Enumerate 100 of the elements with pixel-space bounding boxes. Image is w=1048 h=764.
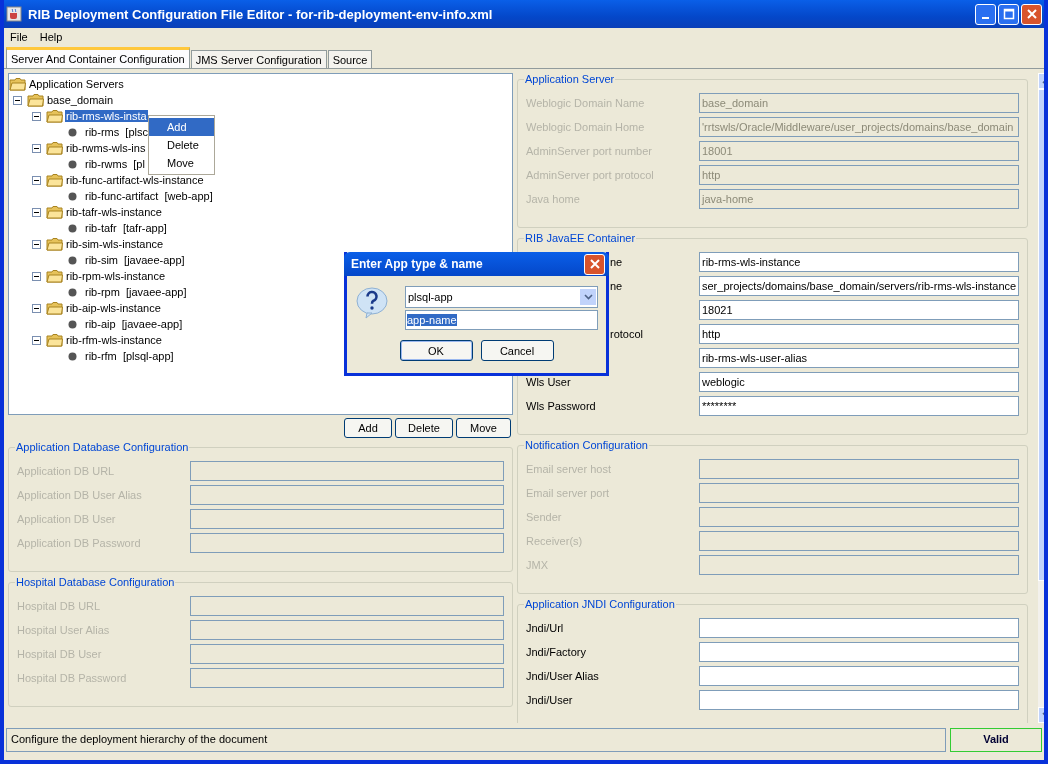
close-icon [588, 258, 601, 270]
tab[interactable]: JMS Server Configuration [190, 50, 327, 68]
expander-icon[interactable] [32, 207, 41, 217]
folder-icon [46, 141, 63, 155]
tree-item[interactable]: rib-rms [plsc [84, 126, 149, 138]
field-label: ne [610, 256, 623, 268]
tree-item[interactable]: rib-rwms [pl [84, 158, 146, 170]
leaf-dot-icon [68, 351, 77, 361]
expander-icon[interactable] [32, 303, 41, 313]
menu-item[interactable]: Help [39, 31, 63, 43]
folder-icon [46, 237, 63, 251]
expander-icon[interactable] [32, 271, 41, 281]
menu-item[interactable]: Add [149, 118, 214, 136]
menu-item[interactable]: Delete [149, 136, 214, 154]
status-message: Configure the deployment hierarchy of the document [6, 728, 946, 752]
close-icon [1025, 8, 1038, 20]
tree-item[interactable]: rib-rfm [plsql-app] [84, 350, 175, 362]
folder-icon [46, 109, 63, 123]
maximize-icon [1002, 8, 1015, 20]
input-field[interactable]: 18021 [699, 300, 1020, 320]
input-field[interactable] [699, 666, 1020, 686]
minimize-icon [982, 17, 989, 19]
leaf-dot-icon [68, 223, 77, 233]
expander-icon[interactable] [32, 239, 41, 249]
app-type-dropdown[interactable]: plsql-app [405, 286, 598, 308]
folder-icon [46, 301, 63, 315]
input-field[interactable] [190, 509, 504, 529]
tree-item[interactable]: rib-rfm-wls-instance [65, 334, 163, 346]
expander-icon[interactable] [13, 95, 22, 105]
folder-icon [46, 173, 63, 187]
field-label: Wls Password [526, 400, 596, 412]
folder-icon [46, 333, 63, 347]
tree-action-button[interactable]: Delete [395, 418, 453, 438]
tree-item[interactable]: rib-tafr [tafr-app] [84, 222, 168, 234]
tree-item[interactable]: base_domain [46, 94, 115, 106]
tree-action-button[interactable]: Add [344, 418, 392, 438]
tree-item[interactable]: rib-rpm [javaee-app] [84, 286, 188, 298]
leaf-dot-icon [68, 255, 77, 265]
dialog-title: Enter App type & name [351, 257, 483, 271]
maximize-button[interactable] [998, 3, 1019, 25]
field-label: Jndi/User Alias [526, 670, 599, 682]
close-button[interactable] [584, 253, 605, 275]
expander-icon[interactable] [32, 335, 41, 345]
group-title: Notification Configuration [524, 439, 649, 451]
field-label: Jndi/Factory [526, 646, 586, 658]
question-icon [355, 286, 389, 320]
app-name-field[interactable]: app-name [405, 310, 598, 330]
tree-item[interactable]: Application Servers [28, 78, 125, 90]
field-label: ne [610, 280, 623, 292]
input-field[interactable] [190, 668, 504, 688]
leaf-dot-icon [68, 191, 77, 201]
expander-icon[interactable] [32, 175, 41, 185]
input-field[interactable]: rib-rms-wls-instance [699, 252, 1020, 272]
tree-item[interactable]: rib-sim-wls-instance [65, 238, 165, 250]
input-field[interactable]: ******** [699, 396, 1020, 416]
folder-icon [46, 269, 63, 283]
input-field[interactable] [699, 618, 1020, 638]
expander-icon[interactable] [32, 143, 41, 153]
tree-item[interactable]: rib-rwms-wls-ins [65, 142, 147, 154]
tree-item[interactable]: rib-aip [javaee-app] [84, 318, 184, 330]
input-field[interactable]: http [699, 324, 1020, 344]
menu-item[interactable]: Move [149, 154, 214, 172]
minimize-button[interactable] [975, 3, 996, 25]
input-field[interactable] [699, 690, 1020, 710]
input-field[interactable]: weblogic [699, 372, 1020, 392]
tree-item[interactable]: rib-aip-wls-instance [65, 302, 162, 314]
input-field[interactable]: rib-rms-wls-user-alias [699, 348, 1020, 368]
menu-item[interactable]: File [10, 31, 28, 43]
tree-item[interactable]: rib-rpm-wls-instance [65, 270, 167, 282]
input-field[interactable] [190, 596, 504, 616]
group-title: Hospital Database Configuration [15, 576, 176, 588]
field-label: rotocol [610, 328, 644, 340]
dialog-button[interactable]: OK [399, 340, 473, 361]
leaf-dot-icon [68, 127, 77, 137]
leaf-dot-icon [68, 159, 77, 169]
close-button[interactable] [1021, 3, 1042, 25]
tree-item[interactable]: rib-func-artifact-wls-instance [65, 174, 205, 186]
field-label: Wls User [526, 376, 571, 388]
tree-action-button[interactable]: Move [456, 418, 511, 438]
input-field[interactable] [190, 485, 504, 505]
folder-icon [46, 205, 63, 219]
input-field[interactable]: ser_projects/domains/base_domain/servers/rib-rms-wls-instance [699, 276, 1020, 296]
tab[interactable]: Server And Container Configuration [6, 47, 190, 68]
input-field[interactable] [190, 644, 504, 664]
dialog-button[interactable]: Cancel [480, 340, 554, 361]
field-label: Jndi/User [526, 694, 573, 706]
input-field[interactable] [190, 620, 504, 640]
expander-icon[interactable] [32, 111, 41, 121]
input-field[interactable] [190, 461, 504, 481]
input-field[interactable] [190, 533, 504, 553]
tree-item[interactable]: rib-sim [javaee-app] [84, 254, 186, 266]
tab[interactable]: Source [327, 50, 373, 68]
input-field[interactable] [699, 642, 1020, 662]
leaf-dot-icon [68, 287, 77, 297]
tree-item[interactable]: rib-rms-wls-insta [65, 110, 148, 122]
leaf-dot-icon [68, 319, 77, 329]
folder-icon [9, 77, 26, 91]
folder-icon [27, 93, 44, 107]
tree-item[interactable]: rib-func-artifact [web-app] [84, 190, 214, 202]
tree-item[interactable]: rib-tafr-wls-instance [65, 206, 163, 218]
